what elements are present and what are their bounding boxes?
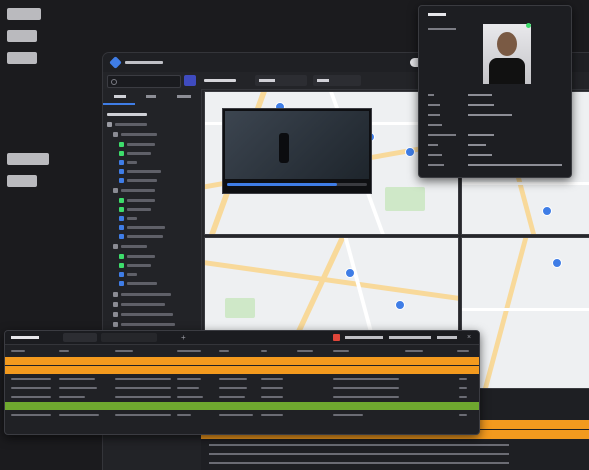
tree-item-door[interactable] xyxy=(113,186,203,195)
map-pin-icon[interactable] xyxy=(395,300,405,310)
event-title xyxy=(11,336,39,339)
tab-video[interactable] xyxy=(255,75,307,86)
caption-glyphs xyxy=(7,8,41,64)
tree-item-arm[interactable] xyxy=(119,158,209,167)
tree-item-camera[interactable] xyxy=(119,167,209,176)
tree-item-door[interactable] xyxy=(113,290,203,299)
field-id xyxy=(428,92,564,98)
search-input[interactable] xyxy=(107,75,181,88)
field-title xyxy=(428,142,564,148)
user-popup xyxy=(418,5,572,178)
table-row[interactable] xyxy=(5,402,479,410)
table-row[interactable] xyxy=(5,384,479,392)
more-options-button[interactable] xyxy=(184,75,196,86)
video-person xyxy=(279,133,289,163)
field-group xyxy=(428,152,564,158)
tree-item-relay[interactable] xyxy=(119,205,209,214)
field-email xyxy=(428,112,564,118)
title-placeholder xyxy=(125,61,163,64)
map-pin-icon[interactable] xyxy=(552,258,562,268)
tree-item-door[interactable] xyxy=(113,320,203,329)
table-row[interactable] xyxy=(5,411,479,419)
tab-map[interactable] xyxy=(313,75,361,86)
tree-item-relay[interactable] xyxy=(119,149,209,158)
caption-glyphs-2 xyxy=(7,153,49,187)
tree-item-door[interactable] xyxy=(113,300,203,309)
table-row[interactable] xyxy=(5,366,479,374)
status-online-icon xyxy=(526,23,531,28)
tab-unnamed[interactable] xyxy=(101,333,157,342)
tab-event-set[interactable] xyxy=(63,333,97,342)
map-pin-icon[interactable] xyxy=(542,206,552,216)
video-frame xyxy=(225,111,369,179)
alarm-icon[interactable] xyxy=(333,334,340,341)
sidebar-tab-label xyxy=(114,95,126,98)
tree-group[interactable] xyxy=(107,120,197,129)
popup-title xyxy=(428,13,446,16)
tree-item-camera[interactable] xyxy=(119,279,209,288)
app-logo-icon xyxy=(109,56,122,69)
tree-item-relay[interactable] xyxy=(119,261,209,270)
sidebar-tab-label xyxy=(177,95,191,98)
pause-button[interactable] xyxy=(437,336,457,339)
tree-item-door[interactable] xyxy=(113,130,203,139)
event-column-headers xyxy=(5,347,479,355)
table-row[interactable] xyxy=(5,393,479,401)
table-row[interactable] xyxy=(5,357,479,365)
tree-root[interactable] xyxy=(107,110,197,119)
avatar xyxy=(483,24,531,84)
tree-item-arm[interactable] xyxy=(119,270,209,279)
tree-item-camera[interactable] xyxy=(119,176,209,185)
add-tab-button[interactable]: + xyxy=(181,334,188,342)
event-panel: + × xyxy=(4,330,480,435)
search-icon xyxy=(111,79,117,85)
tree-item-camera[interactable] xyxy=(119,232,209,241)
map-pin-icon[interactable] xyxy=(345,268,355,278)
field-period xyxy=(428,162,564,168)
tree-item-contact[interactable] xyxy=(119,140,209,149)
alarm-events-button[interactable] xyxy=(345,336,383,339)
field-department xyxy=(428,132,564,138)
map-pin-icon[interactable] xyxy=(405,147,415,157)
photo-label xyxy=(428,28,456,30)
tree-item-arm[interactable] xyxy=(119,214,209,223)
related-events-button[interactable] xyxy=(389,336,431,339)
sidebar-tab-label xyxy=(146,95,156,98)
tree-item-door[interactable] xyxy=(113,242,203,251)
tree-item-door[interactable] xyxy=(113,310,203,319)
event-header: + × xyxy=(5,331,479,345)
tree-item-camera[interactable] xyxy=(119,223,209,232)
video-timeline[interactable] xyxy=(227,183,367,186)
tree-item-contact[interactable] xyxy=(119,252,209,261)
close-icon[interactable]: × xyxy=(467,334,472,341)
field-phone xyxy=(428,122,564,128)
table-row[interactable] xyxy=(5,375,479,383)
view-title xyxy=(204,79,236,82)
tree-item-contact[interactable] xyxy=(119,196,209,205)
field-name xyxy=(428,102,564,108)
video-player[interactable] xyxy=(222,108,372,194)
